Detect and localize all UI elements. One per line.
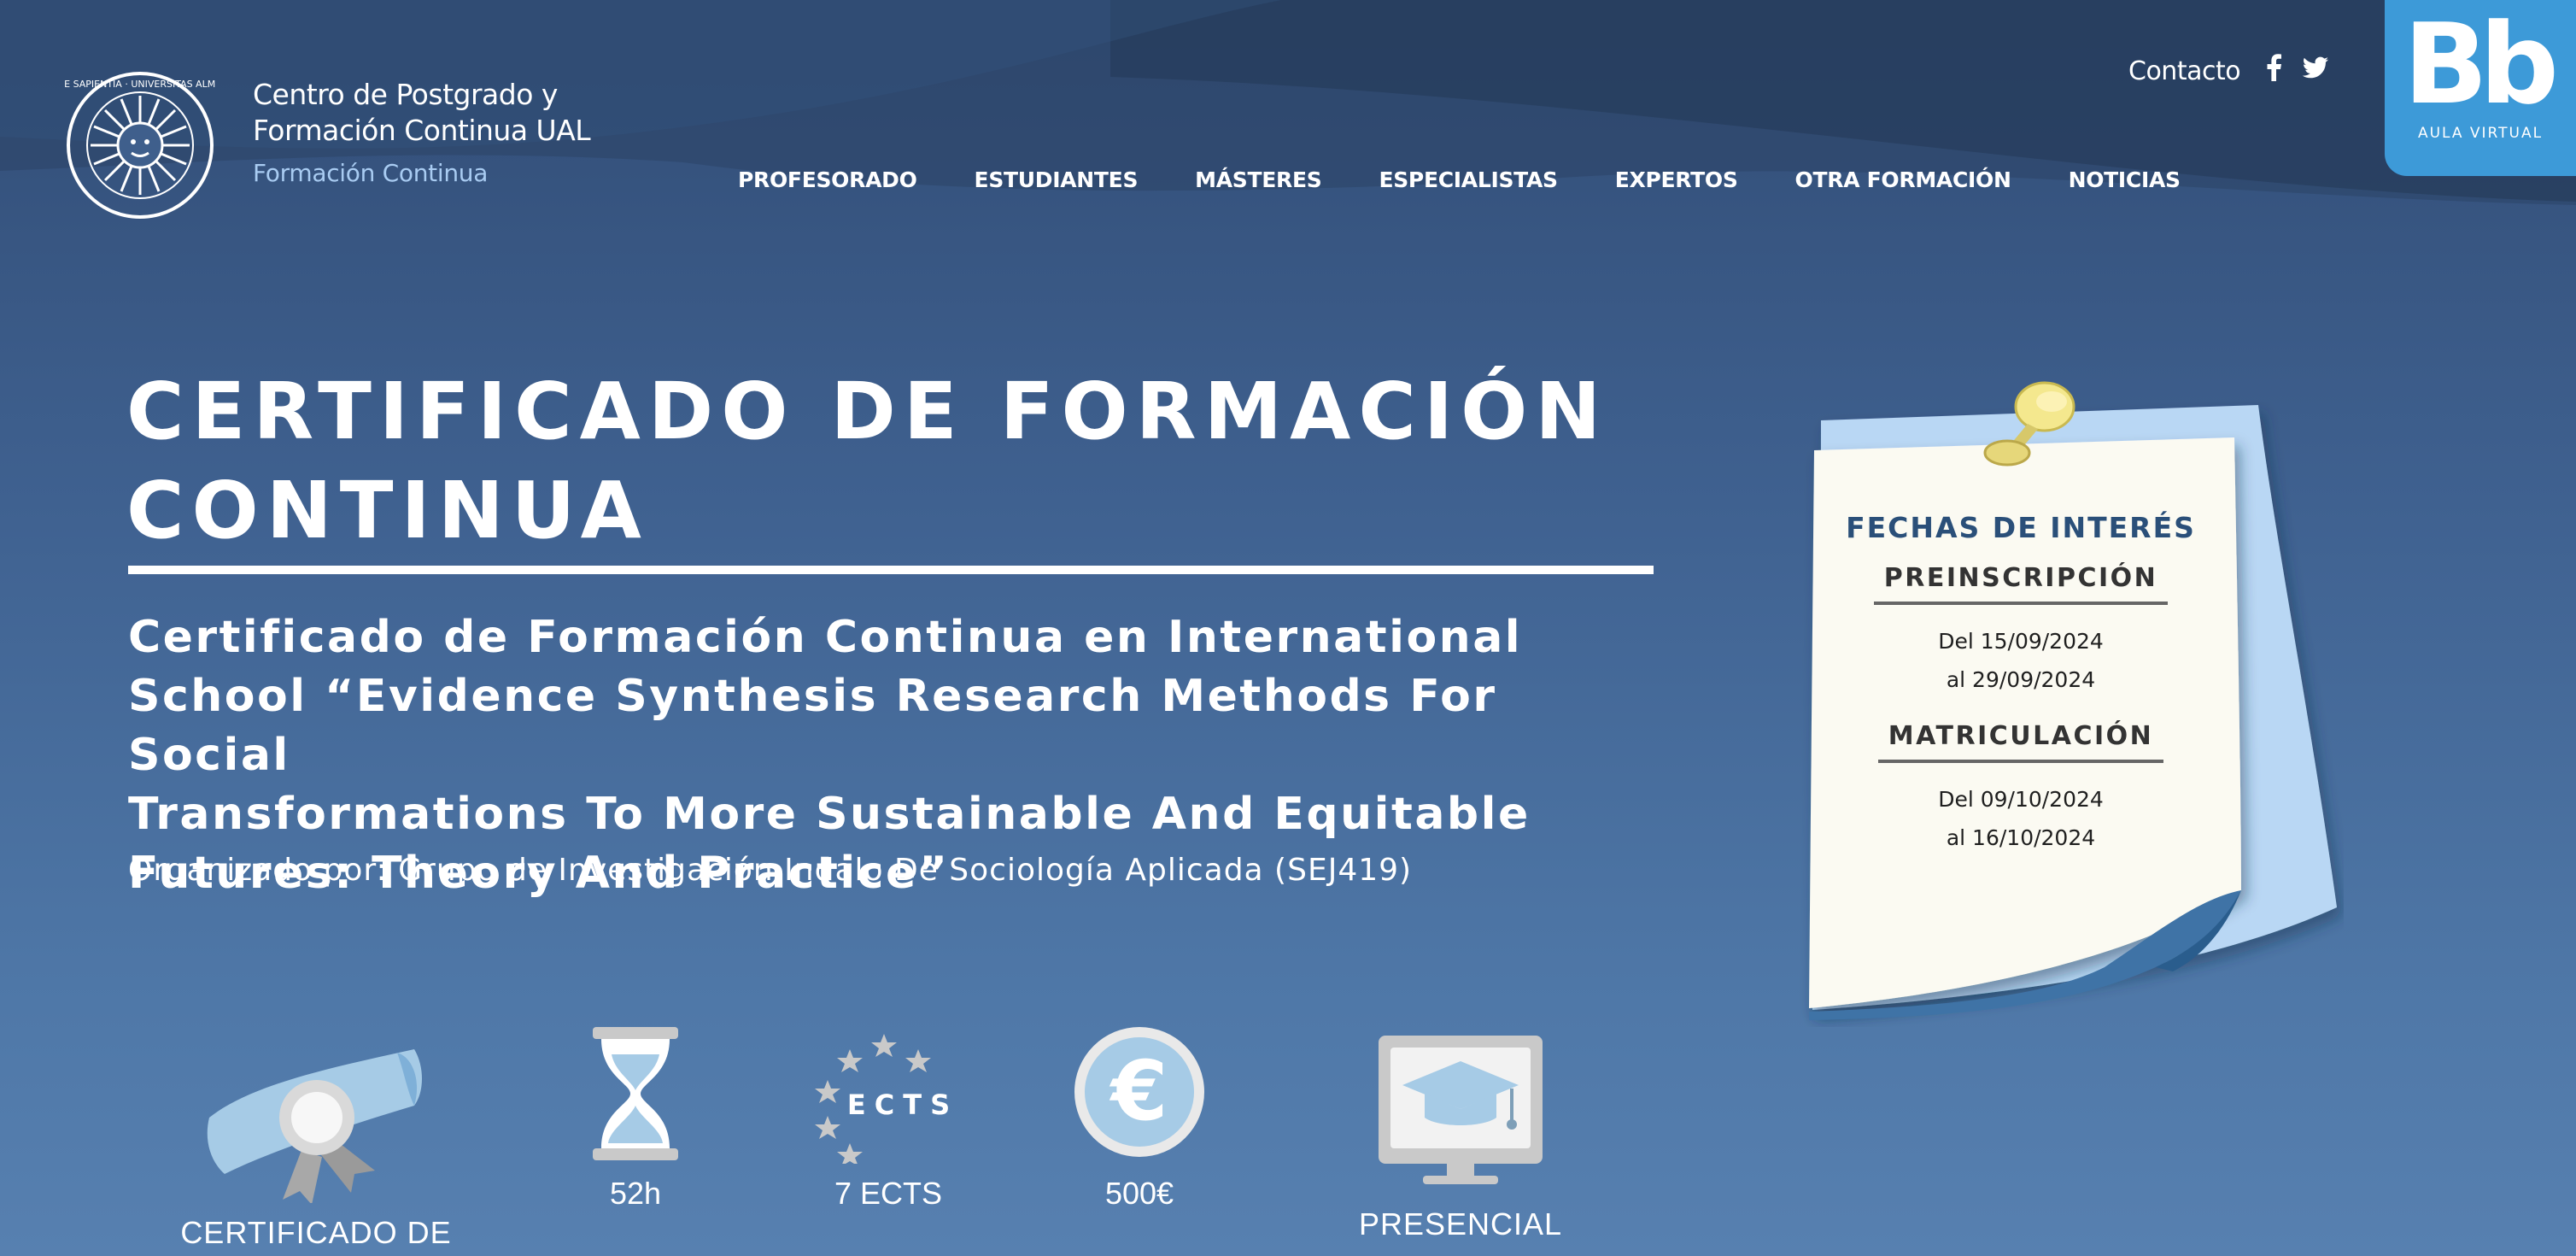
contact-link[interactable]: Contacto	[2128, 56, 2241, 86]
aula-virtual-button[interactable]: Bb AULA VIRTUAL	[2385, 0, 2576, 176]
university-seal-logo[interactable]: IN LUMINE SAPIENTIA · UNIVERSITAS ALMERI…	[65, 70, 215, 220]
nav-item-especialistas[interactable]: ESPECIALISTAS	[1379, 167, 1558, 192]
feature-price: € 500€	[1069, 1024, 1209, 1212]
dates-panel: FECHAS DE INTERÉS PREINSCRIPCIÓN Del 15/…	[1816, 504, 2226, 879]
nav-item-noticias[interactable]: NOTICIAS	[2069, 167, 2181, 192]
monitor-graduation-icon	[1379, 1036, 1543, 1184]
preinscription-dates: Del 15/09/2024 al 29/09/2024	[1816, 622, 2226, 699]
nav-item-estudiantes[interactable]: ESTUDIANTES	[975, 167, 1139, 192]
main-nav: PROFESORADO ESTUDIANTES MÁSTERES ESPECIA…	[738, 167, 2181, 192]
enrollment-label: MATRICULACIÓN	[1877, 721, 2164, 763]
euro-coin-icon: €	[1074, 1027, 1204, 1157]
brand-name-line1: Centro de Postgrado y	[253, 78, 558, 111]
feature-certificate: CERTIFICADO DE	[171, 1032, 461, 1251]
enrollment-to: al 16/10/2024	[1946, 825, 2096, 850]
brand-subtitle: Formación Continua	[253, 159, 489, 187]
facebook-icon[interactable]	[2260, 53, 2289, 82]
nav-item-otra-formacion[interactable]: OTRA FORMACIÓN	[1795, 167, 2011, 192]
euro-symbol: €	[1109, 1043, 1168, 1139]
feature-hours: 52h	[567, 1024, 704, 1212]
nav-item-expertos[interactable]: EXPERTOS	[1615, 167, 1738, 192]
feature-ects-label: 7 ECTS	[834, 1176, 943, 1211]
enrollment-from: Del 09/10/2024	[1938, 787, 2104, 812]
feature-mode-label: PRESENCIAL	[1358, 1206, 1563, 1241]
preinscription-label: PREINSCRIPCIÓN	[1873, 563, 2169, 605]
course-title-line2: School “Evidence Synthesis Research Meth…	[128, 671, 1497, 781]
blackboard-logo: Bb	[2403, 0, 2559, 129]
enrollment-dates: Del 09/10/2024 al 16/10/2024	[1816, 780, 2226, 857]
page-title-line1: CERTIFICADO DE FORMACIÓN	[126, 366, 1609, 457]
seal-text: IN LUMINE SAPIENTIA · UNIVERSITAS ALMERI…	[65, 79, 215, 90]
hourglass-icon	[593, 1027, 678, 1160]
title-divider	[128, 566, 1654, 574]
preinscription-to: al 29/09/2024	[1946, 667, 2096, 692]
nav-item-masteres[interactable]: MÁSTERES	[1195, 167, 1322, 192]
ects-badge-text: ECTS	[847, 1089, 958, 1121]
brand-block[interactable]: Centro de Postgrado y Formación Continua…	[253, 77, 663, 187]
dates-heading: FECHAS DE INTERÉS	[1846, 511, 2196, 544]
course-title-line1: Certificado de Formación Continua en Int…	[128, 612, 1523, 663]
feature-price-label: 500€	[1104, 1176, 1174, 1211]
feature-ects: ECTS 7 ECTS	[803, 1024, 974, 1212]
page-title: CERTIFICADO DE FORMACIÓN CONTINUA	[126, 362, 1664, 561]
feature-hours-label: 52h	[609, 1176, 662, 1211]
page-title-line2: CONTINUA	[126, 465, 649, 556]
twitter-icon[interactable]	[2301, 53, 2330, 82]
feature-certificate-label: CERTIFICADO DE	[180, 1215, 452, 1250]
organizer-text: Organizado por: Grupo de Investigación I…	[128, 853, 1413, 888]
course-title-line3: Transformations To More Sustainable And …	[128, 789, 1531, 840]
nav-item-profesorado[interactable]: PROFESORADO	[738, 167, 917, 192]
preinscription-from: Del 15/09/2024	[1938, 629, 2104, 654]
feature-mode: PRESENCIAL	[1332, 1032, 1589, 1242]
ects-icon: ECTS	[815, 1034, 958, 1164]
diploma-icon	[207, 1049, 422, 1203]
brand-name-line2: Formación Continua UAL	[253, 114, 591, 147]
